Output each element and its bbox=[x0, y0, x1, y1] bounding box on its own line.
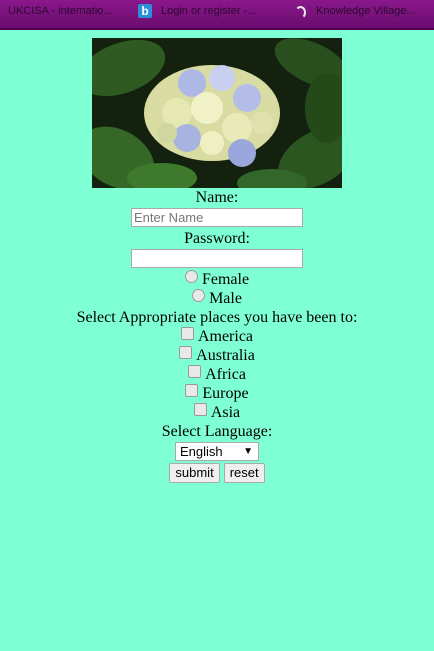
language-label: Select Language: bbox=[161, 423, 273, 440]
language-selected-value: English bbox=[180, 443, 223, 459]
place-label: Africa bbox=[205, 366, 246, 383]
place-option-europe: Europe bbox=[0, 384, 434, 403]
place-option-america: America bbox=[0, 327, 434, 346]
australia-checkbox[interactable] bbox=[179, 346, 193, 359]
bookmarks-bar: UKCISA - internatio... b Login or registe… bbox=[0, 0, 434, 30]
password-label: Password: bbox=[184, 230, 250, 247]
bookmark-login[interactable]: b Login or register -... bbox=[138, 0, 256, 22]
male-label: Male bbox=[209, 290, 242, 307]
submit-button[interactable]: submit bbox=[169, 463, 220, 484]
america-checkbox[interactable] bbox=[180, 327, 194, 340]
chevron-down-icon: ▼ bbox=[243, 445, 253, 457]
place-option-africa: Africa bbox=[0, 365, 434, 384]
place-label: America bbox=[197, 328, 254, 345]
hydrangea-image bbox=[92, 38, 342, 188]
loading-icon bbox=[294, 5, 306, 20]
places-label: Select Appropriate places you have been … bbox=[76, 309, 358, 326]
registration-form: Name: Password: Female Male Select Appro… bbox=[0, 38, 434, 485]
place-label: Australia bbox=[196, 347, 255, 364]
europe-checkbox[interactable] bbox=[185, 384, 199, 397]
male-radio[interactable] bbox=[192, 289, 206, 302]
b-icon: b bbox=[138, 4, 152, 19]
password-input[interactable] bbox=[131, 248, 303, 268]
name-input[interactable] bbox=[131, 207, 303, 227]
bookmark-knowledge-village[interactable]: Knowledge Village... bbox=[294, 0, 415, 22]
name-label: Name: bbox=[195, 189, 239, 206]
bookmark-ukcisa[interactable]: UKCISA - internatio... bbox=[8, 0, 113, 22]
place-option-asia: Asia bbox=[0, 403, 434, 422]
bookmark-label: UKCISA - internatio... bbox=[8, 5, 113, 18]
language-select[interactable]: English ▼ bbox=[175, 441, 259, 461]
female-radio[interactable] bbox=[184, 270, 198, 283]
place-label: Europe bbox=[202, 385, 249, 402]
africa-checkbox[interactable] bbox=[188, 365, 202, 378]
gender-option-female: Female bbox=[0, 270, 434, 289]
female-label: Female bbox=[201, 271, 250, 288]
reset-button[interactable]: reset bbox=[223, 463, 265, 484]
bookmark-label: Knowledge Village... bbox=[316, 5, 416, 18]
place-option-australia: Australia bbox=[0, 346, 434, 365]
bookmark-label: Login or register -... bbox=[161, 5, 257, 18]
asia-checkbox[interactable] bbox=[193, 403, 207, 416]
gender-option-male: Male bbox=[0, 289, 434, 308]
place-label: Asia bbox=[210, 404, 241, 421]
